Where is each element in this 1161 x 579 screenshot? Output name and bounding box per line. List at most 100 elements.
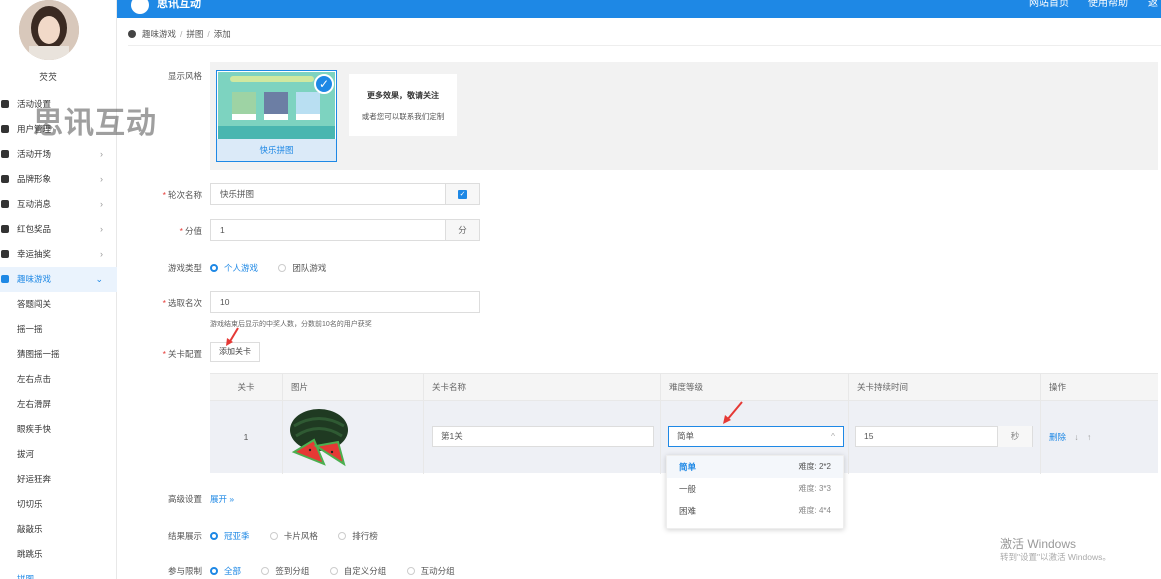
column-header: 关卡持续时间: [848, 374, 1040, 401]
registered-icon: [1, 175, 9, 183]
duration-input[interactable]: 15 秒: [855, 426, 1033, 447]
send-icon: [1, 150, 9, 158]
level-image-cell: [282, 401, 423, 474]
score-input[interactable]: 1 分: [210, 219, 480, 241]
nav-home-link[interactable]: 网站首页: [1029, 0, 1069, 10]
sidebar-item-label: 品牌形象: [17, 174, 52, 184]
result-display-label: 结果展示: [167, 531, 202, 541]
style-card-happy-puzzle[interactable]: ✓ 快乐拼图: [216, 70, 337, 162]
radio-signin-group[interactable]: [261, 567, 270, 575]
radio-leaderboard[interactable]: [338, 532, 347, 540]
delete-link[interactable]: 删除: [1049, 432, 1066, 442]
gift-icon: [1, 225, 9, 233]
sidebar-item-label: 趣味游戏: [17, 274, 52, 284]
sidebar-subitem[interactable]: 眼疾手快: [0, 417, 117, 442]
participation-limit-label: 参与限制: [167, 566, 202, 576]
advanced-label: 高级设置: [167, 494, 202, 504]
move-down-icon[interactable]: ↓: [1074, 432, 1078, 442]
sidebar-item-label: 幸运抽奖: [17, 249, 52, 259]
watermelon-image[interactable]: [288, 406, 350, 468]
level-name-cell: 第1关: [423, 401, 660, 474]
column-header: 操作: [1040, 374, 1158, 401]
sidebar-subitem[interactable]: 左右点击: [0, 367, 117, 392]
sidebar-subitem-puzzle[interactable]: 拼图: [0, 567, 117, 579]
option-difficulty: 难度: 4*4: [798, 506, 831, 515]
pick-rank-value: 10: [220, 297, 230, 307]
breadcrumb-current: 添加: [213, 29, 231, 39]
avatar[interactable]: [19, 0, 79, 60]
expand-link[interactable]: 展开 »: [210, 493, 234, 505]
round-name-addon[interactable]: ✓: [445, 183, 480, 205]
sidebar-subitem[interactable]: 左右滑屏: [0, 392, 117, 417]
sidebar-subitem[interactable]: 答题闯关: [0, 292, 117, 317]
style-selector: ✓ 快乐拼图 更多效果，敬请关注 或者您可以联系我们定制: [210, 62, 1158, 170]
level-config-label: * 关卡配置: [128, 348, 202, 360]
dropdown-option-hard[interactable]: 困难 难度: 4*4: [667, 500, 843, 522]
radio-custom-group[interactable]: [329, 567, 338, 575]
option-label: 简单: [679, 462, 697, 472]
level-name-input[interactable]: 第1关: [432, 426, 654, 447]
nav-help-link[interactable]: 使用帮助: [1088, 0, 1128, 10]
result-display-radio-group: 冠亚季 卡片风格 排行榜: [210, 530, 396, 542]
windows-activation-title: 激活 Windows: [1000, 537, 1077, 551]
move-up-icon[interactable]: ↑: [1087, 432, 1091, 442]
chevron-right-icon: ›: [100, 174, 103, 184]
sidebar-subitem[interactable]: 摇一摇: [0, 317, 117, 342]
level-table-header: 关卡 图片 关卡名称 难度等级 关卡持续时间 操作: [210, 373, 1158, 401]
nav-back-link[interactable]: 返: [1148, 0, 1158, 10]
logo-icon: [131, 0, 149, 14]
sidebar-subitem[interactable]: 猜图摇一摇: [0, 342, 117, 367]
option-label: 一般: [679, 484, 697, 494]
score-label-text: 分值: [184, 226, 202, 236]
breadcrumb-fun-games[interactable]: 趣味游戏: [142, 29, 176, 39]
difficulty-dropdown: 简单 难度: 2*2 一般 难度: 3*3 困难 难度: 4*4: [666, 455, 844, 529]
round-name-input[interactable]: 快乐拼图 ✓: [210, 183, 480, 205]
pick-rank-input[interactable]: 10: [210, 291, 480, 313]
checkbox-checked-icon[interactable]: ✓: [458, 190, 467, 199]
form-panel: 显示风格 ✓ 快乐拼图 更多效果，敬请关注 或者您可以联系我们定制 * 轮次名称…: [128, 45, 1161, 579]
breadcrumb: 趣味游戏 / 拼图 / 添加: [128, 28, 231, 40]
radio-all[interactable]: [210, 567, 218, 575]
sidebar-subitem[interactable]: 好运狂奔: [0, 467, 117, 492]
difficulty-select[interactable]: 简单 ^: [668, 426, 844, 447]
sidebar-menu: 活动设置 用户管理 活动开场 › 品牌形象 › 互动消息 › 红包奖品 › 幸运抽奖 › …: [0, 92, 117, 579]
chevron-right-icon: ›: [100, 224, 103, 234]
sidebar-subitem[interactable]: 敲敲乐: [0, 517, 117, 542]
sidebar-item-fun-games[interactable]: 趣味游戏 ⌄: [0, 267, 117, 292]
option-difficulty: 难度: 2*2: [798, 462, 831, 471]
required-mark: *: [162, 298, 166, 308]
dropdown-option-medium[interactable]: 一般 难度: 3*3: [667, 478, 843, 500]
radio-label: 排行榜: [352, 531, 378, 541]
sidebar-item-brand-image[interactable]: 品牌形象 ›: [0, 167, 117, 192]
radio-label: 团队游戏: [292, 263, 327, 273]
annotation-arrow: [723, 401, 743, 424]
difficulty-value: 简单: [677, 431, 695, 441]
dropdown-option-easy[interactable]: 简单 难度: 2*2: [667, 456, 843, 478]
sidebar: 芡芡 活动设置 用户管理 活动开场 › 品牌形象 › 互动消息 › 红包奖品 › 幸运抽…: [0, 0, 117, 579]
chevron-right-icon: ›: [100, 199, 103, 209]
game-icon: [1, 275, 9, 283]
sidebar-item-interactive-messages[interactable]: 互动消息 ›: [0, 192, 117, 217]
radio-label: 卡片风格: [283, 531, 318, 541]
radio-label: 全部: [224, 566, 242, 576]
sidebar-subitem[interactable]: 切切乐: [0, 492, 117, 517]
radio-team-game[interactable]: [278, 264, 287, 272]
top-bar: 思讯互动 网站首页 使用帮助 返: [117, 0, 1161, 18]
radio-label: 个人游戏: [224, 263, 259, 273]
sidebar-subitem[interactable]: 拔河: [0, 442, 117, 467]
radio-interactive-group[interactable]: [406, 567, 415, 575]
radio-card-style[interactable]: [269, 532, 278, 540]
chevron-down-icon: ⌄: [95, 274, 103, 284]
radio-label: 冠亚季: [224, 531, 250, 541]
sidebar-subitem[interactable]: 跳跳乐: [0, 542, 117, 567]
radio-personal-game[interactable]: [210, 264, 218, 272]
participation-limit-radio-group: 全部 签到分组 自定义分组 互动分组: [210, 565, 473, 577]
brand-name: 思讯互动: [157, 0, 201, 10]
sidebar-item-activity-opening[interactable]: 活动开场 ›: [0, 142, 117, 167]
sidebar-item-red-packet-prizes[interactable]: 红包奖品 ›: [0, 217, 117, 242]
breadcrumb-puzzle[interactable]: 拼图: [186, 29, 203, 39]
sidebar-item-lucky-draw[interactable]: 幸运抽奖 ›: [0, 242, 117, 267]
level-index: 1: [243, 432, 249, 442]
radio-champion[interactable]: [210, 532, 218, 540]
more-styles-subtitle: 或者您可以联系我们定制: [361, 112, 445, 121]
